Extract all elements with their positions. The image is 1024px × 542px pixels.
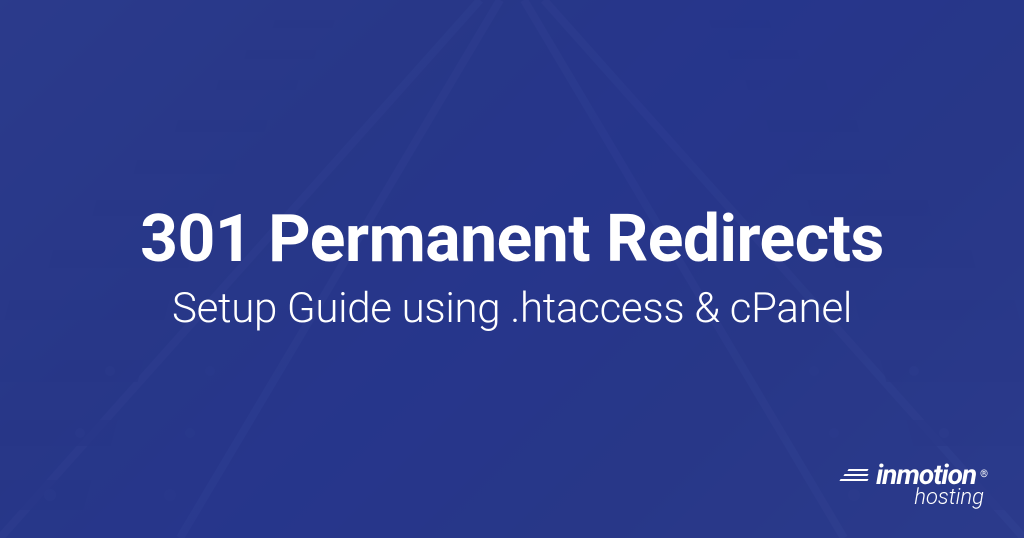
hero-subheading: Setup Guide using .htaccess & cPanel bbox=[140, 284, 884, 334]
hero-heading: 301 Permanent Redirects bbox=[140, 204, 884, 277]
hero-banner: 301 Permanent Redirects Setup Guide usin… bbox=[0, 0, 1024, 538]
inmotion-logo: inmotion ® hosting bbox=[840, 458, 988, 510]
logo-sub-text: hosting bbox=[914, 485, 984, 510]
logo-registered-mark: ® bbox=[980, 469, 988, 480]
hero-text-content: 301 Permanent Redirects Setup Guide usin… bbox=[100, 204, 924, 335]
logo-speed-lines-icon bbox=[840, 469, 868, 481]
